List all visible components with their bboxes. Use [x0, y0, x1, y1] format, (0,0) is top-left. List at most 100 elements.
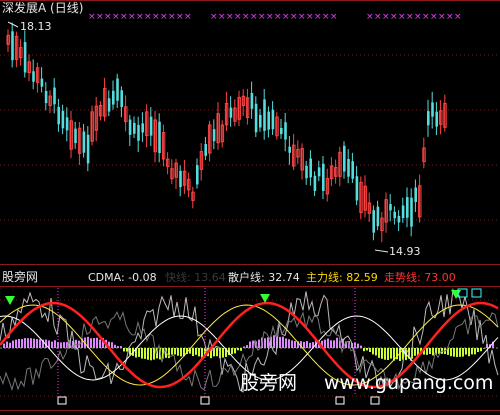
top-square-icon	[471, 288, 482, 298]
bottom-square-icon	[335, 396, 345, 405]
signal-marker: ×	[120, 12, 128, 22]
signal-marker: ×	[242, 12, 250, 22]
signal-marker: ×	[422, 12, 430, 22]
candle-body	[229, 107, 233, 118]
indicator-main-force-line: 主力线: 82.59	[306, 271, 378, 284]
candle-body	[57, 106, 60, 125]
indicator-fast-line: 快线: 13.64	[165, 271, 226, 284]
signal-marker: ×	[454, 12, 462, 22]
signal-marker: ×	[250, 12, 258, 22]
candle-body	[254, 103, 258, 133]
logo-text: 股旁网	[2, 270, 39, 284]
signal-marker: ×	[136, 12, 144, 22]
candle-body	[263, 99, 266, 131]
signal-marker: ×	[210, 12, 218, 22]
signal-marker: ×	[234, 12, 242, 22]
candle-body	[322, 163, 325, 191]
candle-body	[401, 205, 405, 219]
candle-body	[204, 144, 207, 156]
candle-body	[414, 187, 417, 202]
signal-marker: ×	[398, 12, 406, 22]
low-pointer	[374, 249, 389, 253]
candle-body	[376, 206, 380, 227]
candle-body	[53, 87, 56, 105]
buy-arrow-icon	[260, 294, 270, 303]
signal-marker: ×	[160, 12, 168, 22]
bottom-square-icon	[370, 396, 380, 405]
signal-marker: ×	[176, 12, 184, 22]
signal-marker: ×	[184, 12, 192, 22]
signal-marker: ×	[290, 12, 298, 22]
signal-marker: ×	[128, 12, 136, 22]
bottom-square-icon	[57, 396, 67, 405]
candle-body	[61, 110, 65, 129]
signal-marker: ×	[438, 12, 446, 22]
candle-body	[343, 145, 346, 172]
candle-body	[267, 111, 270, 130]
candle-body	[44, 90, 48, 104]
candle-body	[250, 92, 254, 109]
candle-body	[32, 71, 35, 82]
candle-body	[65, 117, 69, 131]
signal-marker: ×	[374, 12, 382, 22]
signal-marker: ×	[282, 12, 290, 22]
signal-marker: ×	[414, 12, 422, 22]
signal-marker: ×	[366, 12, 374, 22]
candle-body	[427, 111, 430, 126]
signal-marker: ×	[144, 12, 152, 22]
candle-body	[435, 111, 438, 127]
signal-marker: ×	[152, 12, 160, 22]
candle-body	[112, 90, 115, 105]
candle-body	[179, 170, 182, 188]
candle-body	[141, 123, 144, 133]
candle-body	[280, 127, 283, 135]
candle-body	[372, 210, 375, 233]
signal-marker: ×	[226, 12, 234, 22]
candle-body	[259, 114, 262, 128]
signal-marker: ×	[306, 12, 314, 22]
signal-marker: ×	[258, 12, 266, 22]
candle-body	[317, 167, 321, 177]
candle-body	[11, 31, 14, 61]
candle-body	[288, 146, 291, 153]
candle-body	[86, 134, 90, 164]
signal-marker: ×	[112, 12, 120, 22]
candle-body	[158, 121, 161, 154]
candle-body	[196, 165, 199, 185]
candle-body	[133, 122, 136, 134]
candle-body	[351, 161, 354, 179]
candle-body	[305, 165, 308, 179]
stock-chart[interactable]: × × × × × × × × × × × × × × × × × × × × × × × × × × × × × × × × × × × × × × × ×…	[0, 0, 500, 411]
candle-body	[355, 176, 359, 201]
chart-canvas[interactable]: × × × × × × × × × × × × × × × × × × × × × × × × × × × × × × × × × × × × × × × ×…	[0, 0, 500, 411]
signal-marker: ×	[266, 12, 274, 22]
indicator-trend-line: 走势线: 73.00	[384, 271, 456, 284]
signal-marker: ×	[314, 12, 322, 22]
candle-body	[431, 102, 434, 117]
signal-marker: ×	[88, 12, 96, 22]
signal-marker: ×	[274, 12, 282, 22]
signal-marker: ×	[104, 12, 112, 22]
signal-marker: ×	[382, 12, 390, 22]
candle-body	[116, 78, 119, 101]
candle-body	[410, 197, 413, 227]
indicator-retail-line: 散户线: 32.74	[228, 271, 300, 284]
candle-body	[313, 175, 317, 191]
candle-body	[393, 211, 396, 219]
indicator-cdma: CDMA: -0.08	[88, 271, 157, 284]
signal-marker: ×	[298, 12, 306, 22]
candle-body	[23, 42, 27, 73]
price-low-label: 14.93	[389, 245, 421, 258]
signal-marker: ×	[390, 12, 398, 22]
candle-body	[309, 158, 312, 178]
signal-marker: ×	[446, 12, 454, 22]
candle-body	[82, 131, 86, 153]
signal-marker: ×	[406, 12, 414, 22]
candle-body	[347, 158, 350, 177]
candle-body	[40, 78, 44, 87]
buy-arrow-icon	[5, 296, 15, 305]
candle-body	[271, 109, 275, 130]
high-pointer	[7, 21, 19, 28]
watermark-url: www.gupang.com	[324, 372, 494, 394]
candle-body	[406, 197, 409, 218]
